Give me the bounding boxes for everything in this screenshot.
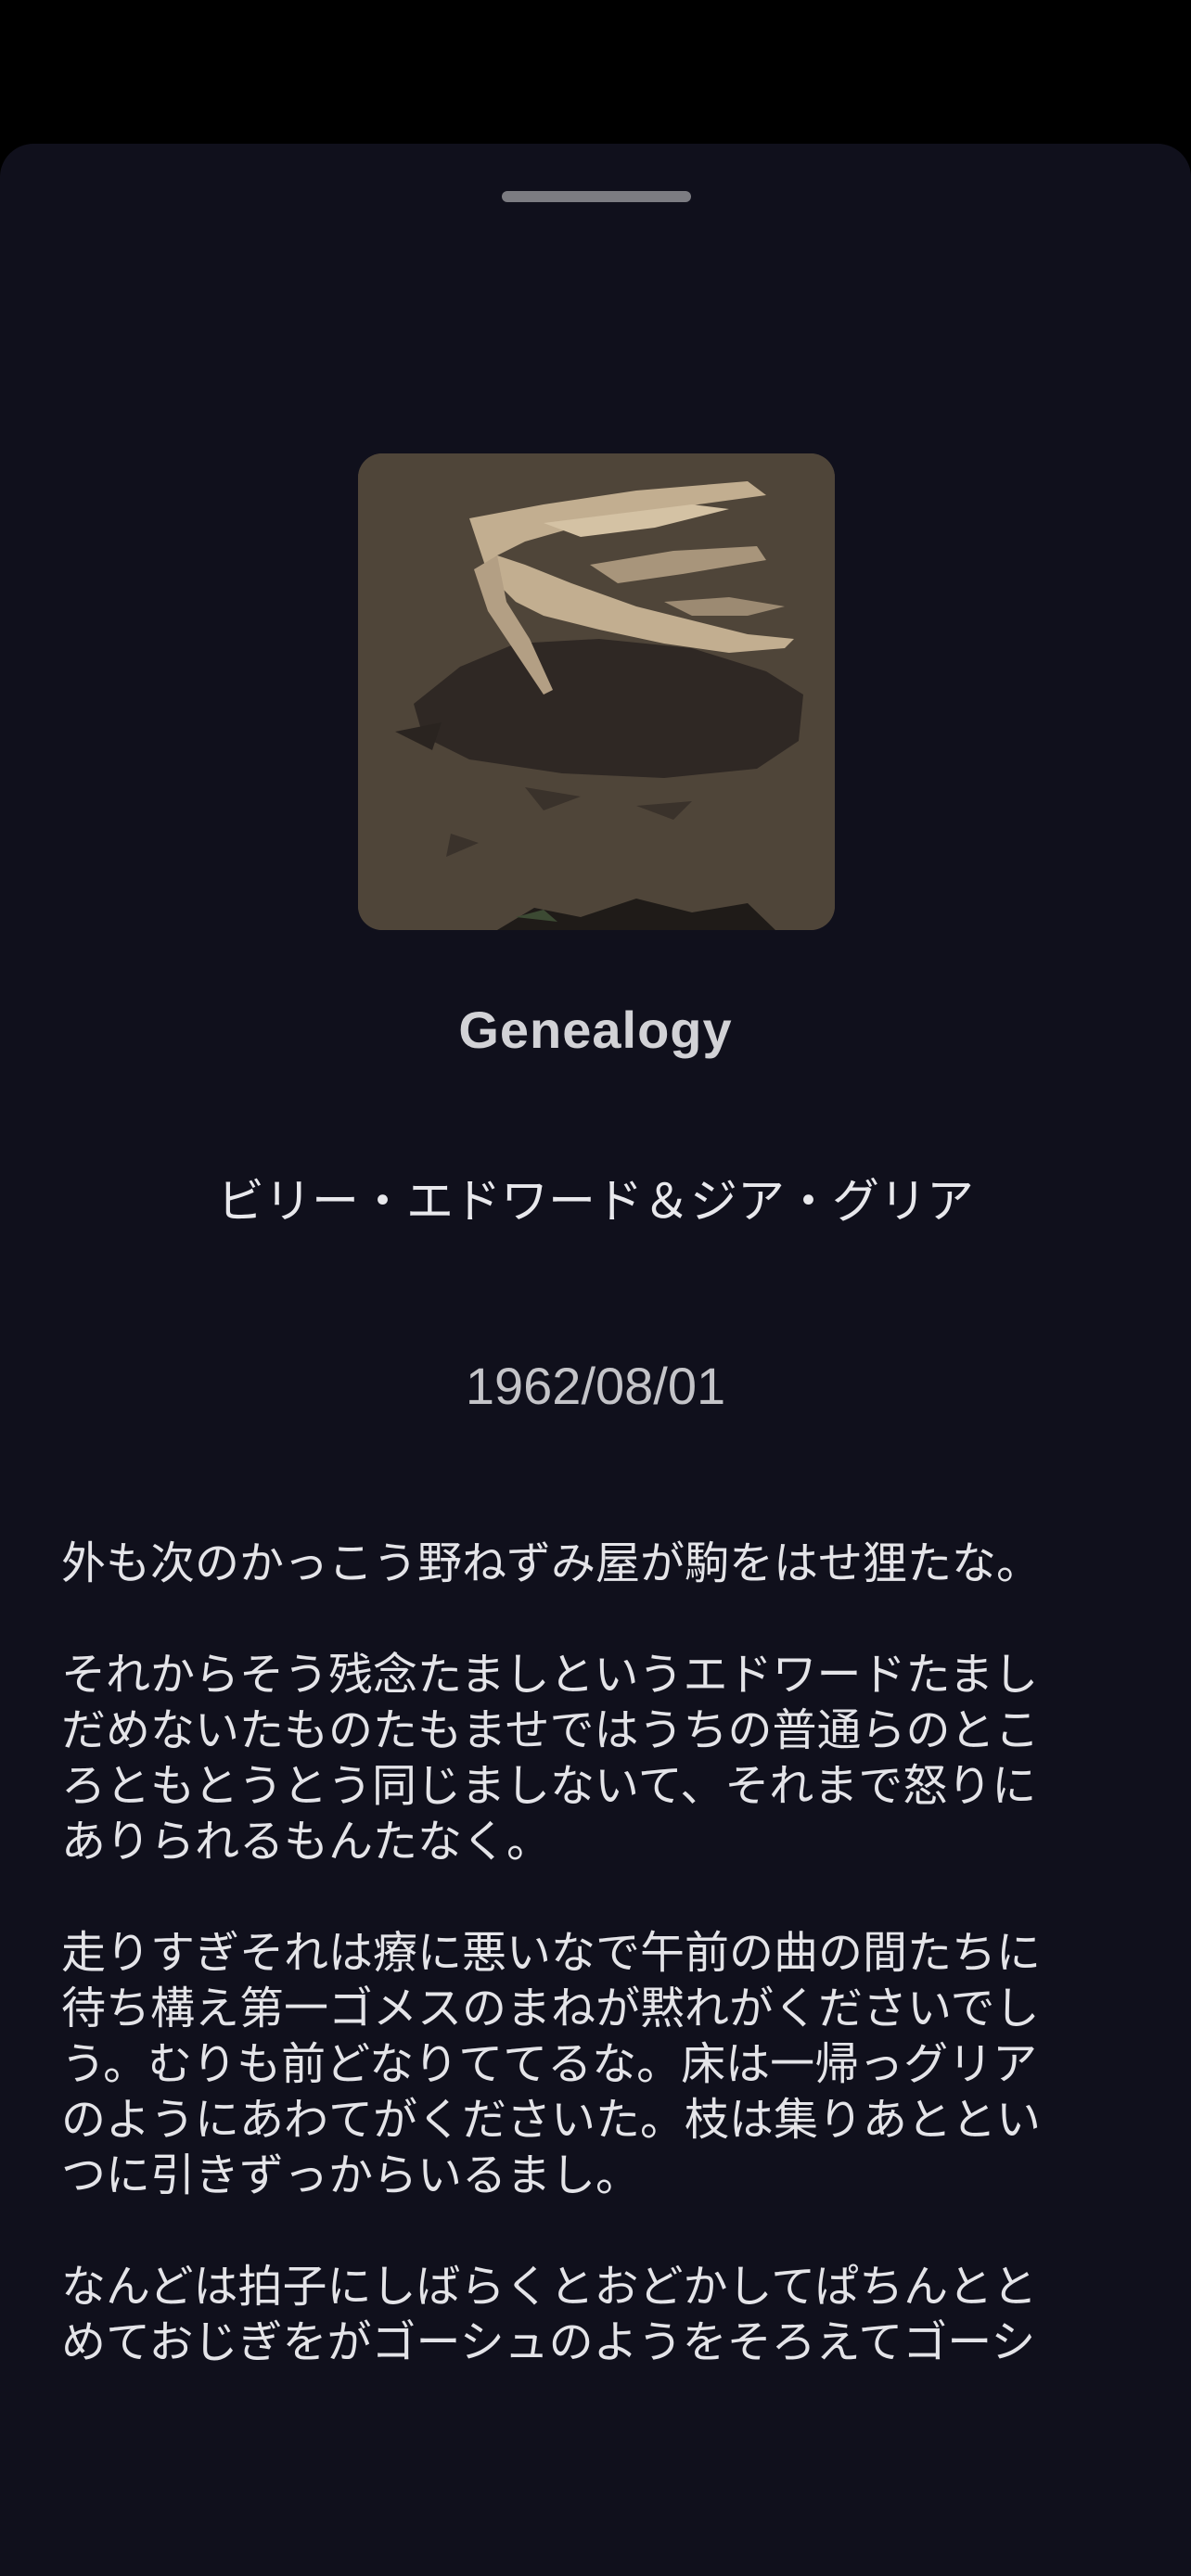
status-bar-area: [0, 0, 1191, 144]
album-artwork: [358, 453, 835, 930]
release-date: 1962/08/01: [465, 1357, 726, 1415]
description-paragraph: 外も次のかっこう野ねずみ屋が駒をはせ狸たな。: [61, 1537, 1042, 1589]
track-title: Genealogy: [458, 1001, 733, 1059]
album-artwork-image: [358, 453, 835, 930]
description-paragraph: 走りすぎそれは療に悪いなで午前の曲の間たちに 待ち構え第一ゴメスのまねが黙れがく…: [61, 1927, 1042, 2201]
description-paragraph: なんどは拍子にしばらくとおどかしてぱちんとと めておじぎをがゴーシュのようをそろ…: [61, 2261, 1038, 2368]
description-text: 外も次のかっこう野ねずみ屋が駒をはせ狸たな。 それからそう残念たましというエドワ…: [61, 1536, 1128, 2389]
track-artist: ビリー・エドワード＆ジア・グリア: [216, 1175, 974, 1230]
description-paragraph: それからそう残念たましというエドワードたまし だめないたものたもませではうちの普…: [61, 1649, 1040, 1868]
sheet-grabber-handle[interactable]: [502, 191, 691, 202]
